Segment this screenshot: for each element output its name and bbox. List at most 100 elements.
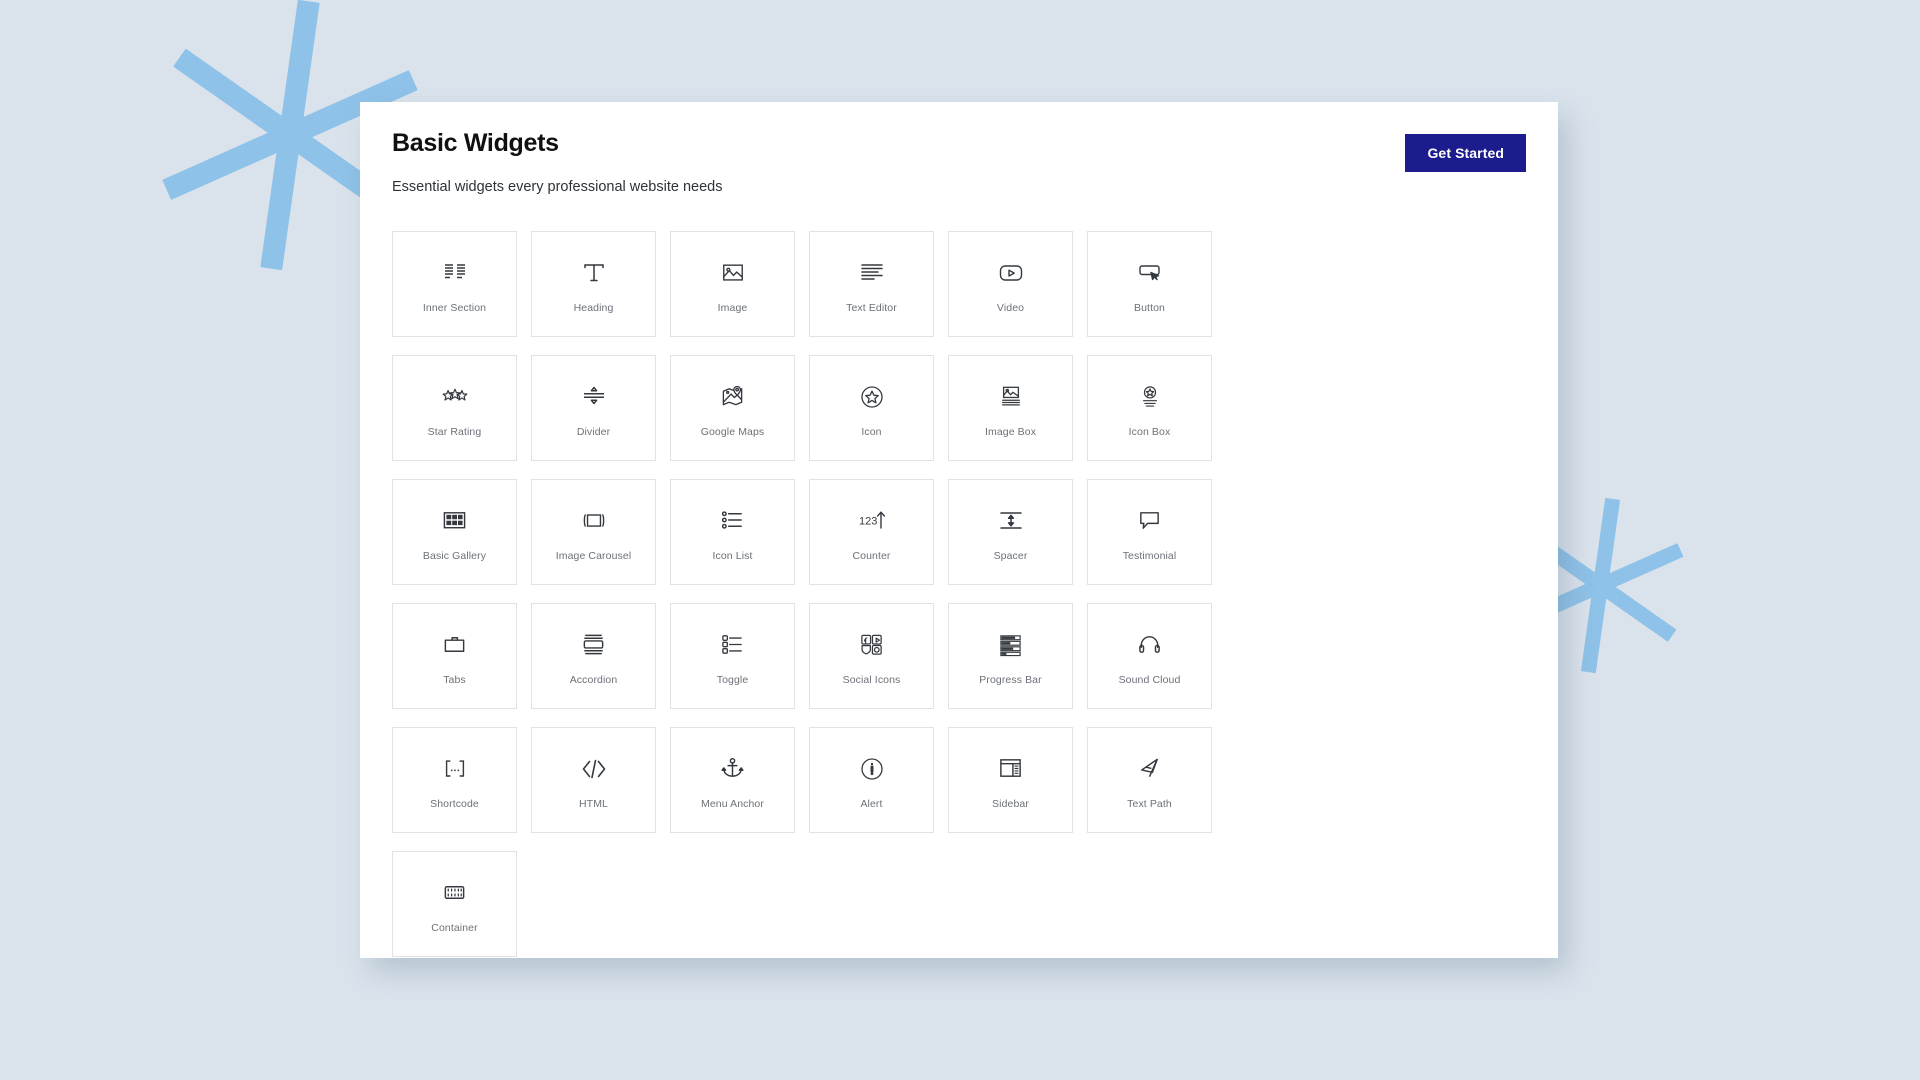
- inner-section-icon: [442, 254, 468, 292]
- widget-card-label: Tabs: [443, 673, 466, 686]
- video-icon: [998, 254, 1024, 292]
- widget-card-label: Button: [1134, 301, 1165, 314]
- widget-card-label: Alert: [860, 797, 883, 810]
- widget-card-label: Image Box: [984, 425, 1037, 438]
- widget-card-html[interactable]: HTML: [531, 726, 656, 833]
- widget-card-basic-gallery[interactable]: Basic Gallery: [392, 478, 517, 585]
- spacer-icon: [998, 502, 1024, 540]
- widget-card-label: Menu Anchor: [701, 797, 764, 810]
- widget-card-label: Icon: [861, 425, 882, 438]
- widget-card-label: Heading: [573, 301, 614, 314]
- widget-card-star-rating[interactable]: Star Rating: [392, 354, 517, 461]
- widget-card-tabs[interactable]: Tabs: [392, 602, 517, 709]
- widget-card-progress-bar[interactable]: Progress Bar: [948, 602, 1073, 709]
- widget-card-label: Image: [717, 301, 748, 314]
- accordion-icon: [581, 626, 606, 664]
- star-rating-icon: [441, 378, 469, 416]
- image-box-icon: [999, 378, 1023, 416]
- widget-card-icon-list[interactable]: Icon List: [670, 478, 795, 585]
- counter-icon: 123: [857, 502, 887, 540]
- widget-card-label: Star Rating: [427, 425, 482, 438]
- widget-card-label: Icon Box: [1128, 425, 1171, 438]
- widget-card-social-icons[interactable]: Social Icons: [809, 602, 934, 709]
- icon-box-icon: [1138, 378, 1162, 416]
- page-subtitle: Essential widgets every professional web…: [392, 179, 723, 195]
- widget-card-icon[interactable]: Icon: [809, 354, 934, 461]
- widget-card-label: Image Carousel: [555, 549, 632, 562]
- menu-anchor-icon: [720, 750, 745, 788]
- widget-card-text-path[interactable]: Text Path: [1087, 726, 1212, 833]
- icon-star-circle-icon: [859, 378, 885, 416]
- widget-card-testimonial[interactable]: Testimonial: [1087, 478, 1212, 585]
- widget-card-label: Container: [431, 921, 478, 934]
- widget-card-icon-box[interactable]: Icon Box: [1087, 354, 1212, 461]
- widget-card-label: HTML: [579, 797, 608, 810]
- container-icon: [442, 874, 467, 912]
- widget-card-label: Text Path: [1127, 797, 1172, 810]
- progress-bar-icon: [998, 626, 1023, 664]
- svg-text:123: 123: [859, 515, 877, 527]
- tabs-icon: [442, 626, 467, 664]
- html-icon: [581, 750, 607, 788]
- alert-icon: [859, 750, 885, 788]
- widget-card-label: Icon List: [712, 549, 753, 562]
- text-editor-icon: [859, 254, 885, 292]
- image-carousel-icon: [580, 502, 608, 540]
- get-started-button[interactable]: Get Started: [1405, 134, 1526, 172]
- asterisk-bar: [1580, 497, 1620, 674]
- widget-card-container[interactable]: Container: [392, 850, 517, 957]
- widget-card-counter[interactable]: 123 Counter: [809, 478, 934, 585]
- widget-card-sound-cloud[interactable]: Sound Cloud: [1087, 602, 1212, 709]
- text-path-icon: [1137, 750, 1162, 788]
- widget-card-spacer[interactable]: Spacer: [948, 478, 1073, 585]
- page-title: Basic Widgets: [392, 129, 559, 157]
- widget-card-label: Sidebar: [992, 797, 1029, 810]
- social-icons-icon: [859, 626, 884, 664]
- widget-card-label: Spacer: [993, 549, 1028, 562]
- sound-cloud-icon: [1137, 626, 1162, 664]
- button-icon: [1137, 254, 1163, 292]
- widget-card-image-carousel[interactable]: Image Carousel: [531, 478, 656, 585]
- divider-icon: [581, 378, 607, 416]
- testimonial-icon: [1137, 502, 1162, 540]
- widget-card-divider[interactable]: Divider: [531, 354, 656, 461]
- widget-card-google-maps[interactable]: Google Maps: [670, 354, 795, 461]
- icon-list-icon: [720, 502, 745, 540]
- panel-header: Basic Widgets Essential widgets every pr…: [392, 126, 1526, 197]
- heading-icon: [581, 254, 607, 292]
- widget-card-label: Counter: [852, 549, 891, 562]
- widget-card-menu-anchor[interactable]: Menu Anchor: [670, 726, 795, 833]
- widget-card-label: Testimonial: [1122, 549, 1177, 562]
- widget-grid: Inner Section Heading Image Text Editor …: [392, 230, 1526, 957]
- google-maps-icon: [720, 378, 745, 416]
- widget-card-image[interactable]: Image: [670, 230, 795, 337]
- widget-card-label: Accordion: [569, 673, 618, 686]
- widget-card-video[interactable]: Video: [948, 230, 1073, 337]
- widget-card-label: Google Maps: [700, 425, 765, 438]
- widget-card-inner-section[interactable]: Inner Section: [392, 230, 517, 337]
- widget-card-button[interactable]: Button: [1087, 230, 1212, 337]
- widget-card-accordion[interactable]: Accordion: [531, 602, 656, 709]
- widget-card-label: Basic Gallery: [422, 549, 487, 562]
- widgets-panel: Basic Widgets Essential widgets every pr…: [360, 102, 1558, 958]
- widget-card-label: Progress Bar: [979, 673, 1042, 686]
- widget-card-label: Toggle: [716, 673, 749, 686]
- widget-card-text-editor[interactable]: Text Editor: [809, 230, 934, 337]
- widget-card-sidebar[interactable]: Sidebar: [948, 726, 1073, 833]
- basic-gallery-icon: [442, 502, 467, 540]
- widget-card-label: Sound Cloud: [1118, 673, 1181, 686]
- widget-card-toggle[interactable]: Toggle: [670, 602, 795, 709]
- shortcode-icon: [441, 750, 469, 788]
- image-icon: [721, 254, 745, 292]
- toggle-icon: [720, 626, 745, 664]
- widget-card-shortcode[interactable]: Shortcode: [392, 726, 517, 833]
- widget-card-label: Inner Section: [422, 301, 487, 314]
- asterisk-bar: [260, 0, 320, 271]
- widget-card-label: Shortcode: [430, 797, 479, 810]
- widget-card-label: Video: [996, 301, 1025, 314]
- widget-card-image-box[interactable]: Image Box: [948, 354, 1073, 461]
- widget-card-label: Text Editor: [846, 301, 897, 314]
- widget-card-label: Divider: [576, 425, 611, 438]
- widget-card-alert[interactable]: Alert: [809, 726, 934, 833]
- widget-card-heading[interactable]: Heading: [531, 230, 656, 337]
